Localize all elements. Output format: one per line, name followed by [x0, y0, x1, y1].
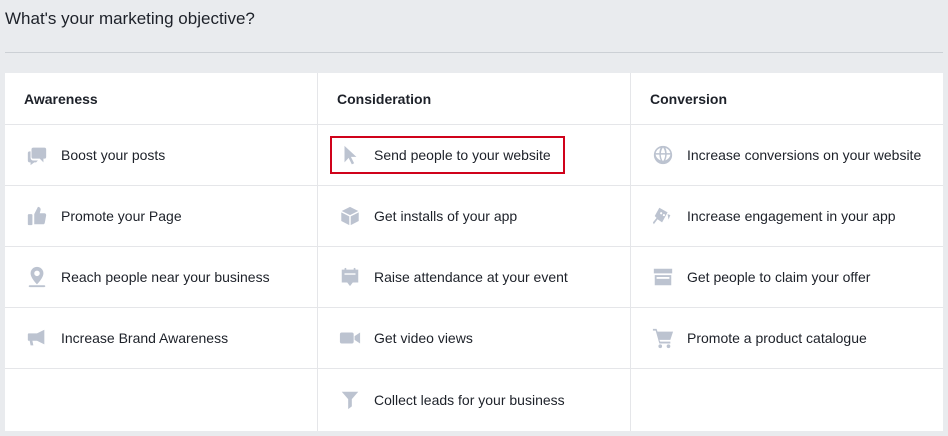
speech-bubbles-icon [25, 143, 49, 167]
calendar-icon [338, 265, 362, 289]
objective-label: Boost your posts [61, 147, 166, 163]
shopping-cart-icon [651, 326, 675, 350]
column-header-conversion: Conversion [631, 73, 943, 125]
objective-label: Increase Brand Awareness [61, 330, 229, 346]
objective-app-installs[interactable]: Get installs of your app [318, 186, 630, 247]
objective-website-traffic[interactable]: Send people to your website [318, 125, 630, 186]
objective-reach-nearby[interactable]: Reach people near your business [5, 247, 317, 308]
selected-objective-highlight[interactable]: Send people to your website [330, 136, 565, 174]
objective-label: Send people to your website [374, 147, 551, 163]
video-camera-icon [338, 326, 362, 350]
objective-boost-posts[interactable]: Boost your posts [5, 125, 317, 186]
map-pin-icon [25, 265, 49, 289]
gamepad-icon [651, 204, 675, 228]
objective-brand-awareness[interactable]: Increase Brand Awareness [5, 308, 317, 369]
objective-label: Raise attendance at your event [374, 269, 568, 285]
title-divider [5, 52, 943, 53]
objective-label: Collect leads for your business [374, 391, 565, 408]
column-awareness: Awareness Boost your posts Promote your … [5, 73, 318, 431]
column-conversion: Conversion Increase conversions on your … [631, 73, 943, 431]
empty-cell [5, 369, 317, 430]
empty-cell [631, 369, 943, 430]
objective-lead-generation[interactable]: Collect leads for your business [318, 369, 630, 430]
box-icon [338, 204, 362, 228]
page-title: What's your marketing objective? [5, 9, 255, 28]
objective-video-views[interactable]: Get video views [318, 308, 630, 369]
objective-panel: Awareness Boost your posts Promote your … [5, 73, 943, 431]
objective-label: Get people to claim your offer [687, 269, 871, 285]
funnel-icon [338, 388, 362, 412]
column-header-awareness: Awareness [5, 73, 317, 125]
objective-label: Get video views [374, 330, 473, 346]
globe-icon [651, 143, 675, 167]
megaphone-icon [25, 326, 49, 350]
column-consideration: Consideration Send people to your websit… [318, 73, 631, 431]
objective-label: Promote a product catalogue [687, 330, 867, 346]
objective-label: Get installs of your app [374, 208, 518, 224]
objective-label: Increase conversions on your website [687, 147, 922, 163]
objective-label: Reach people near your business [61, 269, 270, 285]
objective-app-engagement[interactable]: Increase engagement in your app [631, 186, 943, 247]
objective-conversions[interactable]: Increase conversions on your website [631, 125, 943, 186]
objective-event-responses[interactable]: Raise attendance at your event [318, 247, 630, 308]
column-header-consideration: Consideration [318, 73, 630, 125]
storefront-icon [651, 265, 675, 289]
objective-promote-page[interactable]: Promote your Page [5, 186, 317, 247]
cursor-icon [338, 143, 362, 167]
thumbs-up-icon [25, 204, 49, 228]
objective-label: Increase engagement in your app [687, 208, 896, 224]
objective-label: Promote your Page [61, 208, 182, 224]
objective-offer-claims[interactable]: Get people to claim your offer [631, 247, 943, 308]
objective-product-catalogue[interactable]: Promote a product catalogue [631, 308, 943, 369]
